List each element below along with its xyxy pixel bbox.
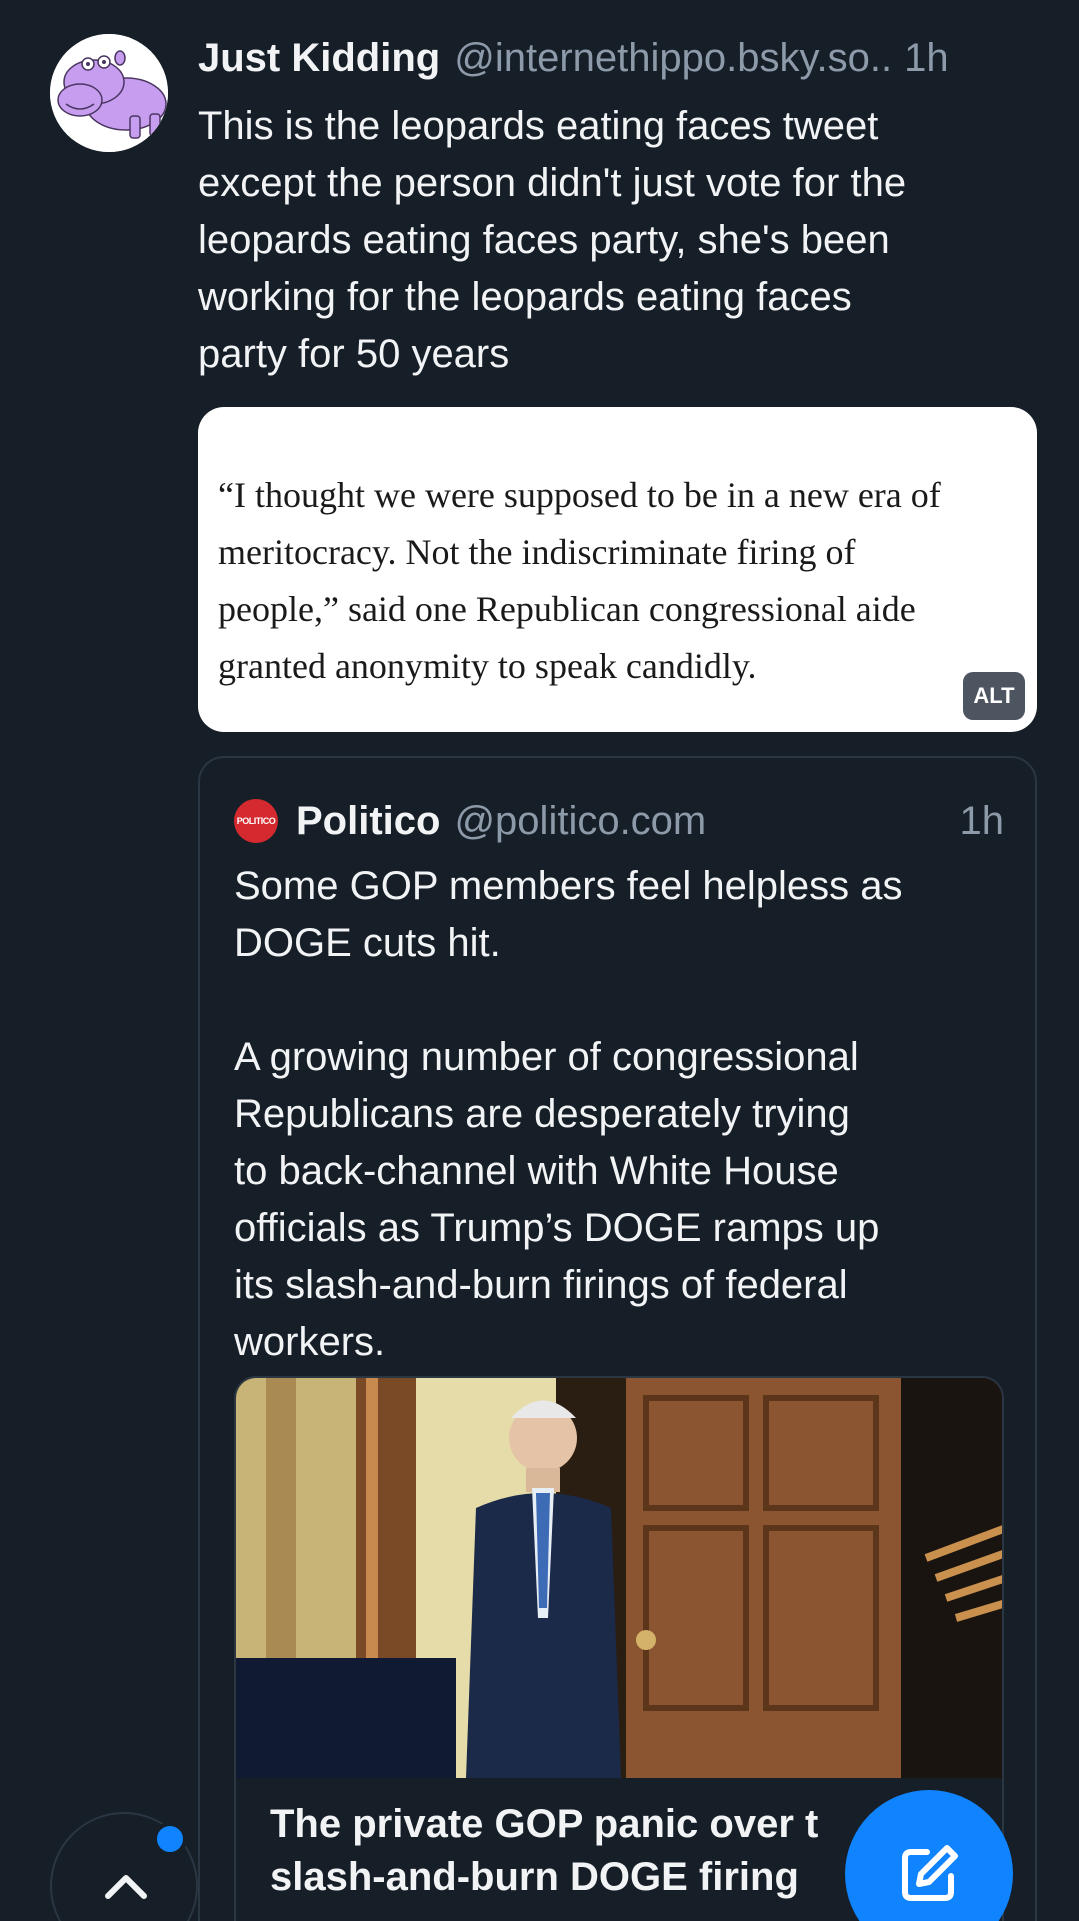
- quoted-post-header: POLITICO Politico @politico.com 1h: [234, 794, 1004, 848]
- new-posts-indicator: [153, 1822, 187, 1856]
- quoted-post-text: Some GOP members feel helpless as DOGE c…: [234, 864, 903, 1364]
- hippo-avatar-icon: [50, 34, 168, 152]
- post-timestamp[interactable]: 1h: [904, 36, 949, 81]
- politico-avatar[interactable]: POLITICO: [234, 799, 278, 843]
- post-header: Just Kidding @internethippo.bsky.so.. 1h: [198, 36, 1038, 88]
- author-handle[interactable]: @internethippo.bsky.so..: [454, 36, 892, 81]
- quoted-author-name[interactable]: Politico: [296, 799, 440, 844]
- feed-post[interactable]: Just Kidding @internethippo.bsky.so.. 1h…: [0, 0, 1079, 1921]
- compose-pencil-icon: [902, 1845, 958, 1901]
- link-card-image: [236, 1378, 1002, 1778]
- quoted-post-timestamp: 1h: [959, 798, 1005, 843]
- quoted-post-card[interactable]: POLITICO Politico @politico.com 1h Some …: [198, 756, 1037, 1921]
- author-display-name[interactable]: Just Kidding: [198, 36, 440, 81]
- alt-text-badge[interactable]: ALT: [963, 672, 1025, 720]
- chevron-up-icon: [105, 1875, 147, 1899]
- author-avatar[interactable]: [50, 34, 168, 152]
- post-image-embed[interactable]: “I thought we were supposed to be in a n…: [198, 407, 1037, 732]
- image-quote-text: “I thought we were supposed to be in a n…: [218, 475, 941, 686]
- quoted-author-handle[interactable]: @politico.com: [454, 799, 706, 844]
- post-text: This is the leopards eating faces tweet …: [198, 104, 907, 376]
